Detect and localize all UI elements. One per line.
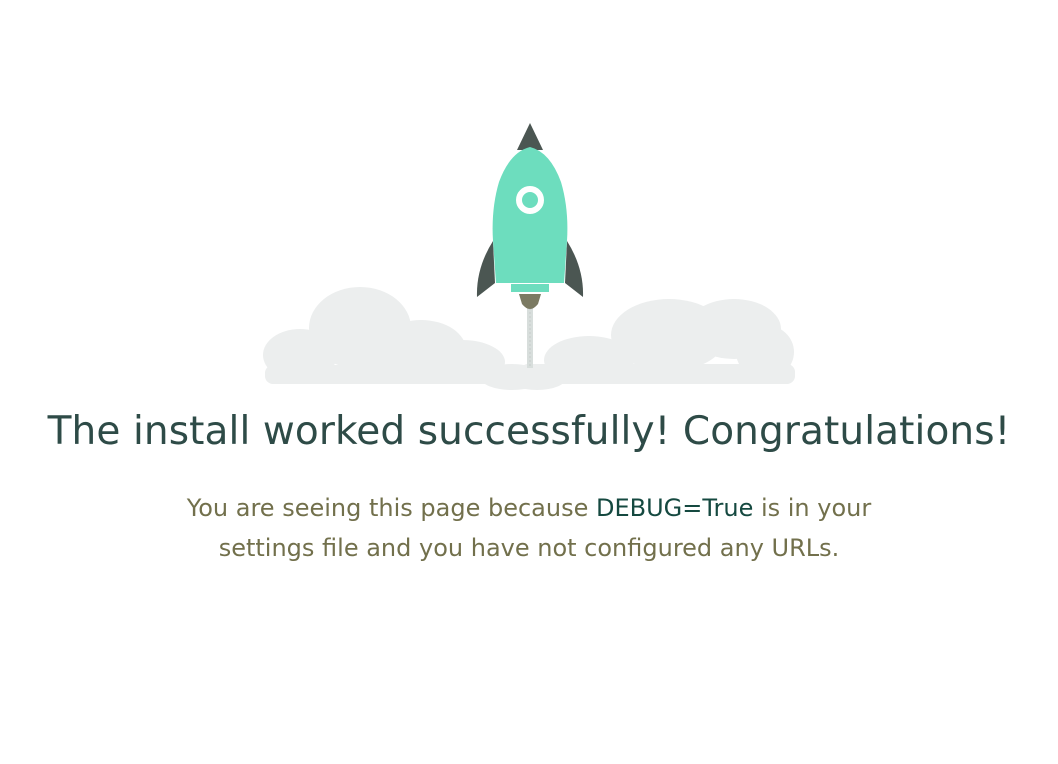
- page-title: The install worked successfully! Congrat…: [47, 409, 1011, 454]
- message-prefix: You are seeing this page because: [186, 494, 596, 522]
- rocket-launch-illustration: [255, 118, 805, 390]
- rocket: [476, 123, 584, 368]
- setup-message: You are seeing this page because DEBUG=T…: [150, 488, 908, 568]
- install-success-page: The install worked successfully! Congrat…: [0, 0, 1058, 764]
- rocket-launch-icon: [263, 123, 795, 390]
- debug-setting: DEBUG=True: [595, 494, 754, 522]
- right-cloud-cluster: [507, 299, 795, 390]
- left-cloud-cluster: [263, 287, 544, 390]
